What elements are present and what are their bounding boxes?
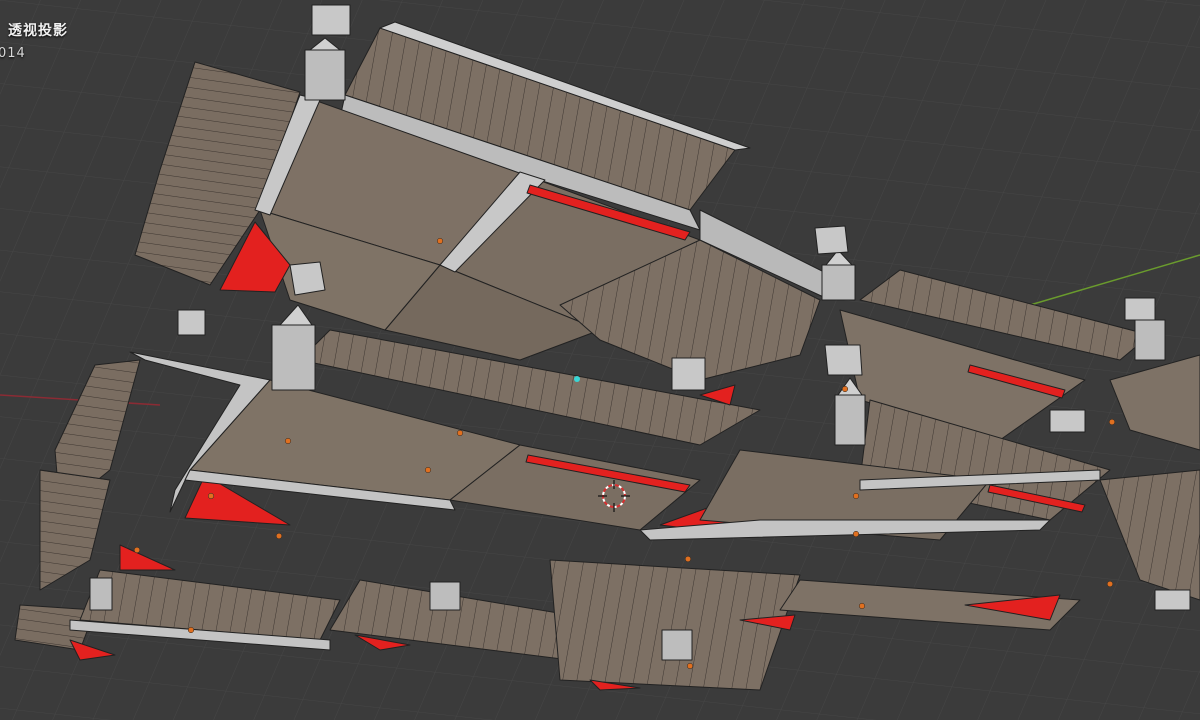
view-projection-label: 透视投影	[8, 23, 68, 39]
object-origin-icon[interactable]	[436, 237, 444, 245]
object-origin-icon[interactable]	[858, 602, 866, 610]
tower-far-right	[1134, 319, 1166, 361]
cube-small-1	[671, 357, 706, 391]
object-origin-icon[interactable]	[284, 437, 292, 445]
object-origin-icon[interactable]	[841, 385, 849, 393]
tower-bottom-right	[1154, 589, 1191, 611]
tower-center-body	[834, 394, 866, 446]
object-origin-icon[interactable]	[133, 546, 141, 554]
collection-label: 014	[0, 46, 26, 61]
tower-lower-center	[429, 581, 461, 611]
cube-small-3	[1049, 409, 1086, 433]
tower-mid-body	[271, 324, 316, 391]
object-origin-icon[interactable]	[1108, 418, 1116, 426]
cube-right	[814, 225, 849, 255]
viewport-scene[interactable]	[0, 0, 1200, 720]
tower-top-left	[311, 4, 351, 36]
selected-vertex-icon[interactable]	[574, 376, 580, 382]
object-origin-icon[interactable]	[207, 492, 215, 500]
object-origin-icon[interactable]	[684, 555, 692, 563]
object-origin-icon[interactable]	[424, 466, 432, 474]
tower-lower-left	[89, 577, 113, 611]
cube-mid	[289, 261, 326, 296]
tower-lower-right	[661, 629, 693, 661]
cube-small-2	[1124, 297, 1156, 321]
3d-viewport[interactable]: 透视投影 014	[0, 0, 1200, 720]
object-origin-icon[interactable]	[275, 532, 283, 540]
tower-right-body	[821, 264, 856, 301]
object-origin-icon[interactable]	[456, 429, 464, 437]
cube-center	[824, 344, 863, 376]
object-origin-icon[interactable]	[187, 626, 195, 634]
object-origin-icon[interactable]	[852, 530, 860, 538]
object-origin-icon[interactable]	[1106, 580, 1114, 588]
object-origin-icon[interactable]	[686, 662, 694, 670]
object-origin-icon[interactable]	[852, 492, 860, 500]
3d-cursor-icon[interactable]	[598, 480, 630, 512]
tower-left-body	[304, 49, 346, 101]
cube-small-left	[177, 309, 206, 336]
